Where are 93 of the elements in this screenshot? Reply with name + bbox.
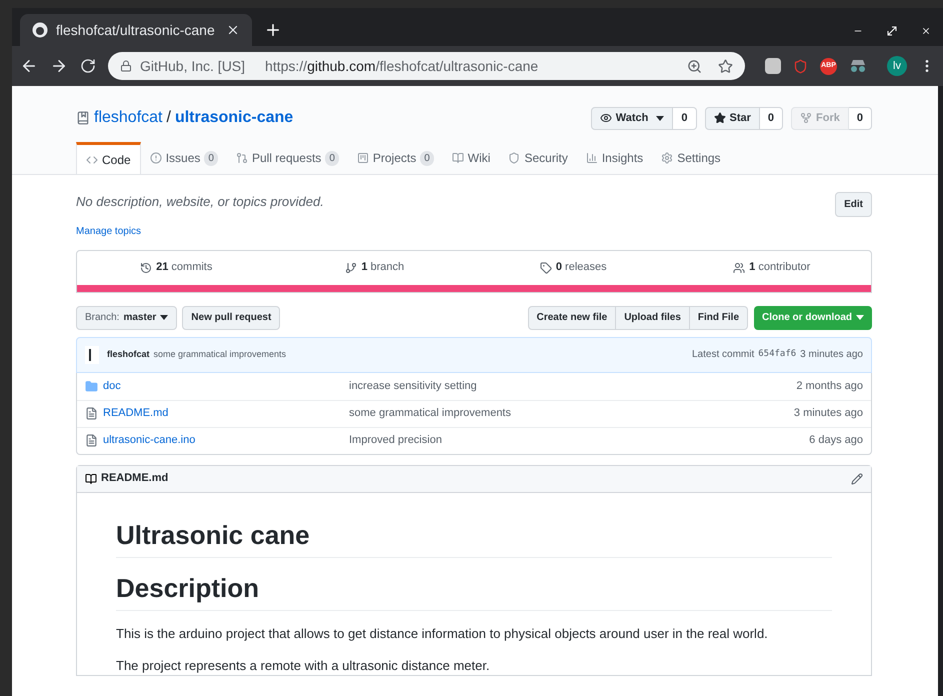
repo-tab[interactable]: Projects 0 — [348, 142, 443, 174]
file-commit-message[interactable]: Improved precision — [349, 432, 810, 449]
caret-icon — [160, 315, 168, 320]
repo-tab[interactable]: Issues 0 — [140, 142, 227, 174]
shield-icon — [508, 152, 520, 164]
summary-link[interactable]: 1 branch — [361, 259, 404, 276]
edit-icon[interactable] — [851, 472, 863, 484]
owner-link[interactable]: fleshofcat — [94, 109, 162, 126]
file-link[interactable]: README.md — [103, 405, 168, 422]
branch-select[interactable]: Branch: master — [76, 306, 178, 330]
zoom-icon[interactable] — [687, 58, 702, 74]
file-age: 2 months ago — [796, 378, 863, 394]
file-commit-message[interactable]: some grammatical improvements — [349, 405, 794, 422]
caret-icon — [656, 116, 664, 120]
count-badge: 0 — [325, 150, 339, 166]
manage-topics-link[interactable]: Manage topics — [76, 224, 836, 238]
pull-request-icon — [236, 152, 248, 164]
book-icon — [452, 152, 464, 164]
repo-action-button[interactable]: Watch — [590, 106, 674, 130]
readme-paragraph: This is the arduino project that allows to get distance information to physical objects around user in the real world. — [116, 624, 769, 642]
repo-action-button[interactable]: Star — [704, 106, 760, 130]
summary-link[interactable]: 0 releases — [556, 259, 607, 276]
commit-author[interactable]: fleshofcat — [107, 348, 150, 362]
forward-icon[interactable] — [50, 57, 68, 75]
close-icon[interactable] — [921, 26, 931, 36]
star-icon — [714, 112, 726, 124]
file-age: 3 minutes ago — [794, 406, 863, 422]
summary-link[interactable]: 1 contributor — [749, 259, 810, 276]
star-icon[interactable] — [718, 58, 733, 74]
tag-icon — [540, 262, 552, 274]
path-separator: / — [166, 109, 171, 126]
new-pull-request-button[interactable]: New pull request — [182, 306, 280, 330]
file-icon — [85, 434, 98, 447]
file-link[interactable]: doc — [103, 378, 121, 394]
latest-commit-label: Latest commit — [692, 348, 754, 362]
readme-paragraph: The project represents a remote with a ultrasonic distance meter. — [116, 656, 491, 674]
readme-title: README.md — [101, 471, 168, 486]
repo-tab[interactable]: Code — [76, 142, 141, 174]
extension-icon[interactable] — [765, 58, 781, 74]
summary-link[interactable]: 21 commits — [156, 259, 212, 276]
file-icon — [85, 407, 98, 420]
file-action-button[interactable]: Find File — [690, 306, 748, 330]
file-commit-message[interactable]: increase sensitivity setting — [349, 378, 796, 394]
readme-heading: Ultrasonic cane — [116, 518, 832, 558]
count-badge: 0 — [760, 106, 784, 130]
code-icon — [86, 154, 98, 166]
repo-tab[interactable]: Insights — [576, 142, 652, 174]
caret-icon — [856, 315, 864, 320]
count-badge: 0 — [673, 106, 696, 130]
gear-icon — [661, 152, 674, 164]
profile-avatar[interactable]: lv — [887, 56, 907, 76]
back-icon[interactable] — [20, 57, 38, 75]
people-icon — [733, 262, 746, 274]
readme-subheading: Description — [116, 572, 832, 610]
count-badge: 0 — [848, 106, 872, 130]
restore-icon[interactable] — [887, 26, 897, 36]
file-action-button[interactable]: Upload files — [616, 306, 690, 330]
edit-button[interactable]: Edit — [835, 192, 872, 217]
bar-chart-icon — [586, 152, 598, 164]
file-link[interactable]: ultrasonic-cane.ino — [103, 432, 196, 449]
count-badge: 0 — [204, 150, 218, 166]
url-text: https://github.com/fleshofcat/ultrasonic-cane — [265, 56, 540, 76]
lock-icon — [120, 60, 132, 72]
close-icon[interactable] — [226, 23, 240, 37]
avatar — [85, 346, 99, 364]
repo-tab[interactable]: Settings — [652, 142, 730, 174]
shield-icon[interactable] — [793, 58, 808, 74]
repo-tab[interactable]: Security — [499, 142, 577, 174]
repo-icon — [76, 111, 90, 125]
count-badge: 0 — [420, 150, 434, 166]
history-icon — [140, 262, 152, 274]
commit-age: 3 minutes ago — [800, 348, 863, 362]
book-icon — [85, 472, 97, 484]
repo-description: No description, website, or topics provided. — [76, 193, 325, 211]
file-action-button[interactable]: Create new file — [528, 306, 616, 330]
new-tab-icon[interactable] — [264, 21, 282, 39]
address-bar[interactable]: GitHub, Inc. [US] https://github.com/fleshofcat/ultrasonic-cane — [108, 52, 745, 80]
eye-icon — [600, 112, 612, 124]
folder-icon — [85, 380, 98, 392]
branch-icon — [345, 262, 358, 274]
reload-icon[interactable] — [80, 58, 96, 74]
repo-link[interactable]: ultrasonic-cane — [174, 109, 294, 126]
repo-tab[interactable]: Pull requests 0 — [226, 142, 348, 174]
file-age: 6 days ago — [809, 433, 863, 448]
commit-sha[interactable]: 654faf6 — [758, 348, 796, 362]
site-identity: GitHub, Inc. [US] — [140, 56, 246, 76]
spy-glasses-icon[interactable] — [849, 59, 867, 73]
commit-message[interactable]: some grammatical improvements — [154, 348, 286, 362]
fork-icon — [800, 112, 812, 124]
repo-tab[interactable]: Wiki — [442, 142, 500, 174]
board-icon — [356, 152, 369, 164]
alert-circle-icon — [150, 152, 162, 164]
browser-tab[interactable]: fleshofcat/ultrasonic-cane — [20, 14, 252, 46]
